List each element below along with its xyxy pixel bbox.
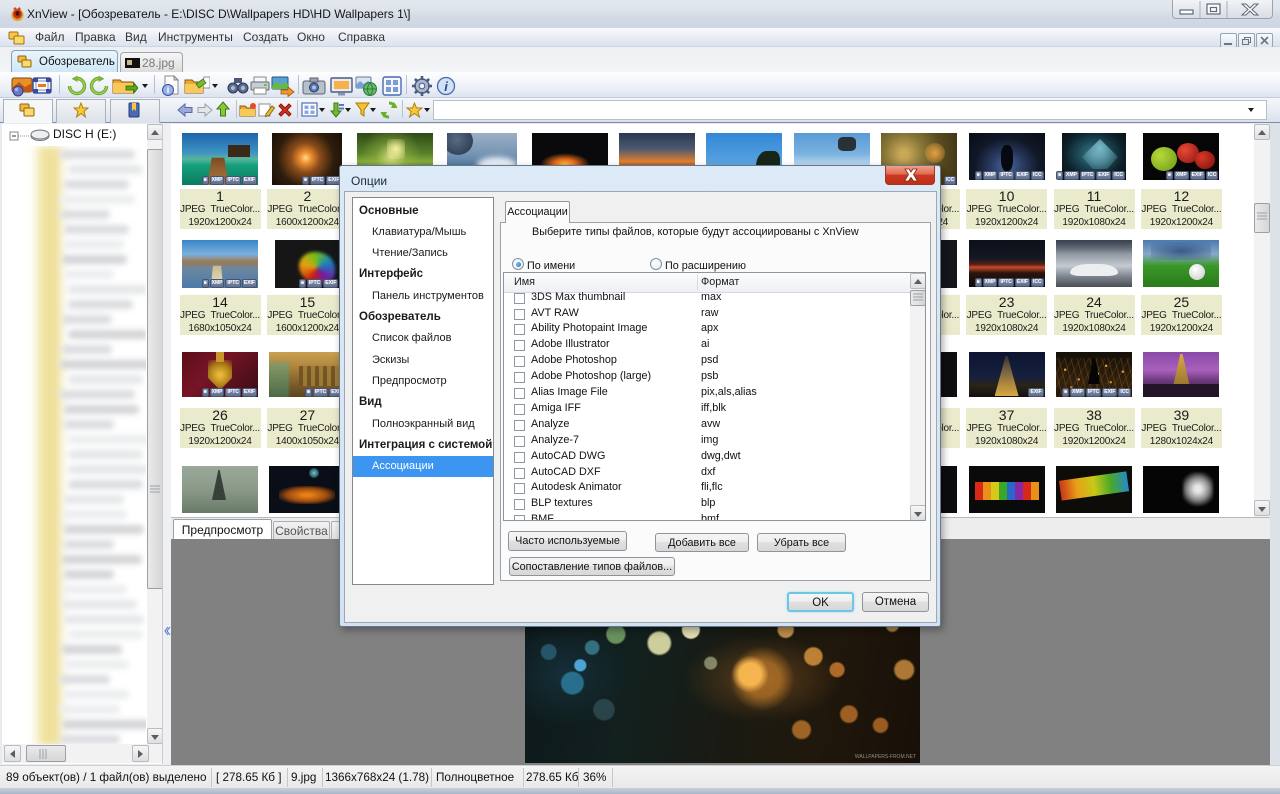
svg-text:i: i: [444, 79, 448, 94]
svg-text:i: i: [167, 85, 170, 95]
